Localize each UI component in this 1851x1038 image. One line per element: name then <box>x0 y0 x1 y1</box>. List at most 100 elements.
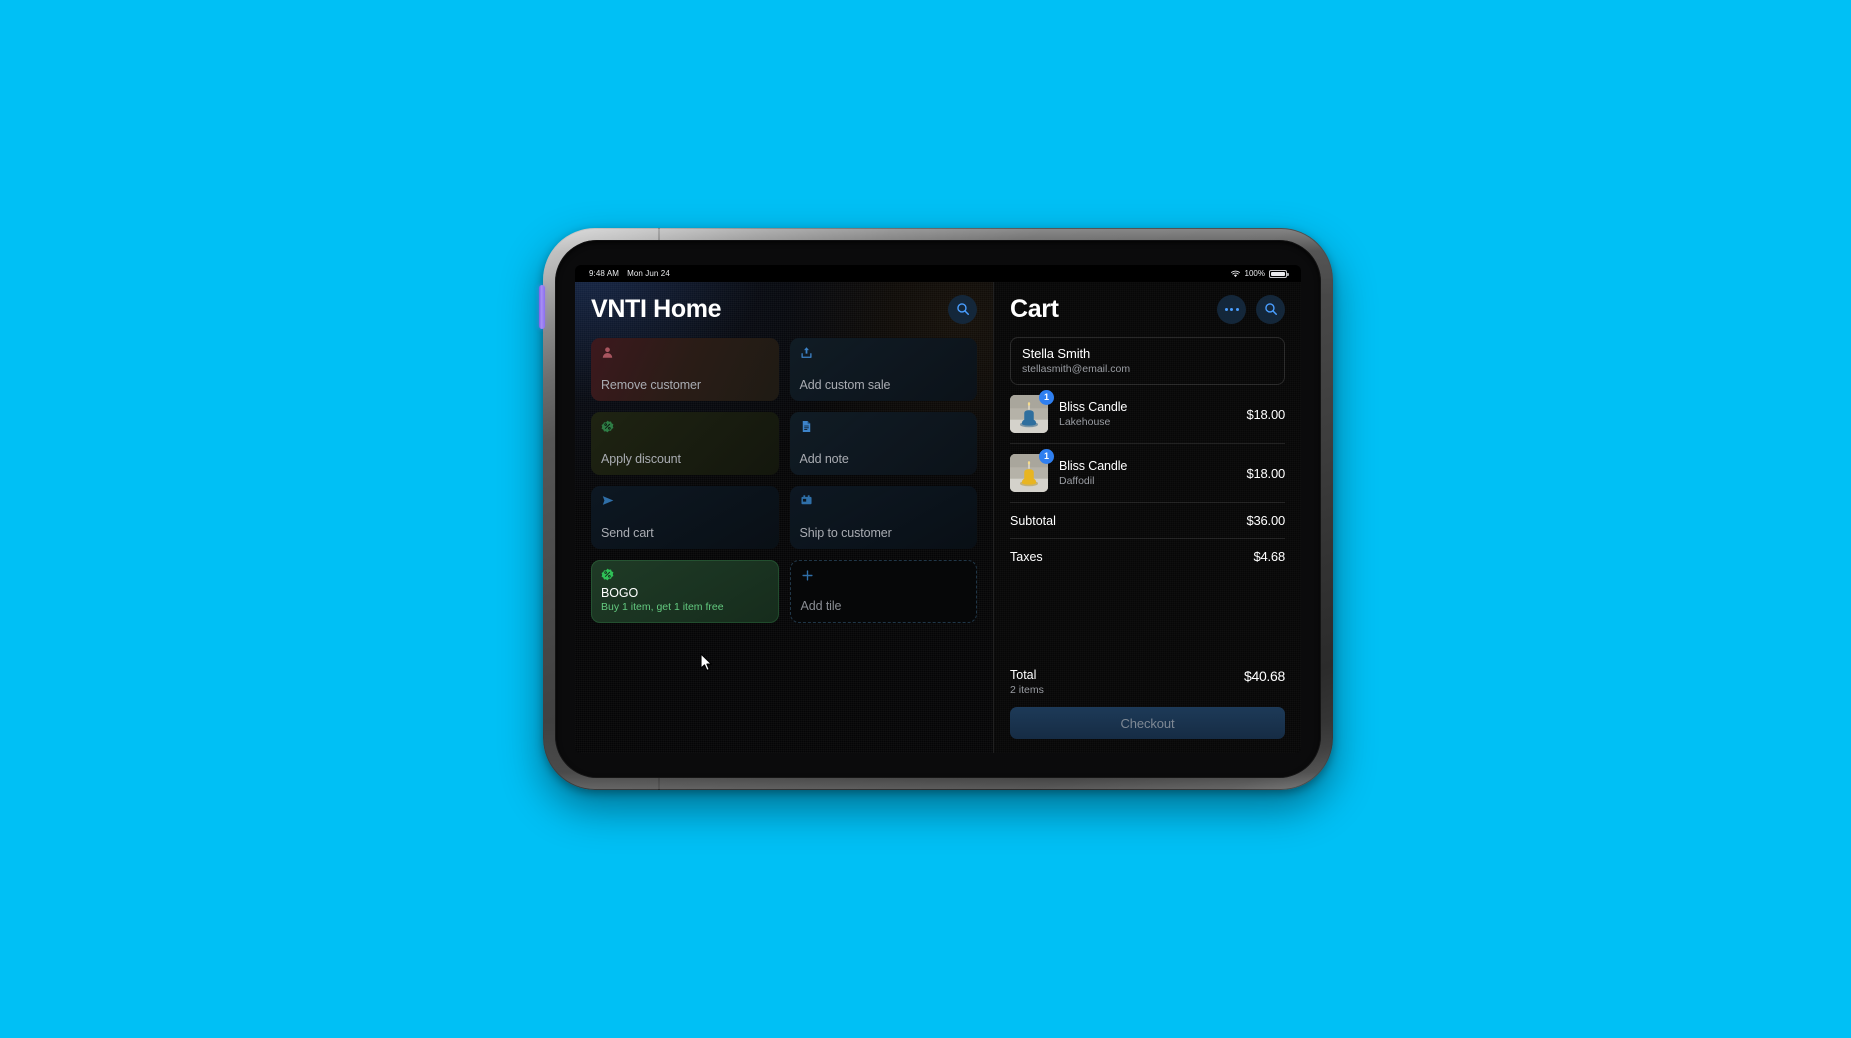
subtotal-value: $36.00 <box>1246 513 1285 528</box>
wifi-icon <box>1230 270 1240 277</box>
customer-name: Stella Smith <box>1022 346 1091 361</box>
status-date: Mon Jun 24 <box>627 269 670 278</box>
cart-title: Cart <box>1010 294 1059 323</box>
cart-spacer <box>1010 574 1285 668</box>
total-item-count: 2 items <box>1010 684 1044 696</box>
volume-button[interactable] <box>539 285 545 329</box>
tile-label: Apply discount <box>601 451 681 466</box>
cart-line-item[interactable]: 1 Bliss Candle Lakehouse $18.00 <box>1010 385 1285 443</box>
tile-add-note[interactable]: Add note <box>790 412 978 475</box>
home-search-button[interactable] <box>948 294 977 324</box>
tile-label: Add note <box>799 451 849 466</box>
grand-total-row: Total 2 items $40.68 <box>1010 668 1285 707</box>
tile-text-slot: Add custom sale <box>800 378 968 392</box>
checkout-button[interactable]: Checkout <box>1010 707 1285 739</box>
tile-label: Send cart <box>601 525 654 540</box>
battery-full-icon <box>1269 269 1289 278</box>
tile-text-slot: Ship to customer <box>800 526 968 540</box>
cart-panel: Cart Stella Smith stellasmith@email.com … <box>993 282 1301 753</box>
home-panel-header: VNTI Home <box>591 282 977 336</box>
line-item-text: Bliss Candle Daffodil <box>1059 459 1235 487</box>
tile-icon-slot <box>800 420 968 435</box>
tile-text-slot: Remove customer <box>601 378 769 392</box>
tablet-device: 9:48 AM Mon Jun 24 100% VNTI Home Remove… <box>539 228 1333 790</box>
tile-remove-customer[interactable]: Remove customer <box>591 338 779 401</box>
quantity-badge: 1 <box>1039 449 1054 464</box>
status-bar: 9:48 AM Mon Jun 24 100% <box>575 265 1301 282</box>
line-item-thumb-wrap: 1 <box>1010 390 1054 433</box>
tile-icon-slot <box>800 494 968 509</box>
status-bar-right: 100% <box>1230 269 1289 278</box>
tile-text-slot: Add note <box>800 452 968 466</box>
device-bezel: 9:48 AM Mon Jun 24 100% VNTI Home Remove… <box>555 240 1321 778</box>
upload-icon <box>800 347 812 358</box>
tile-text-slot: Apply discount <box>601 452 769 466</box>
send-paper-plane-icon <box>602 496 614 505</box>
tile-icon-slot <box>601 420 769 435</box>
search-icon <box>956 303 969 315</box>
taxes-label: Taxes <box>1010 549 1043 564</box>
subtotal-row: Subtotal $36.00 <box>1010 502 1285 538</box>
tile-apply-discount[interactable]: Apply discount <box>591 412 779 475</box>
cart-line-item[interactable]: 1 Bliss Candle Daffodil $18.00 <box>1010 443 1285 502</box>
home-panel: VNTI Home Remove customer Add custom sal… <box>575 282 993 753</box>
tile-bogo[interactable]: BOGO Buy 1 item, get 1 item free <box>591 560 779 623</box>
tile-ship-to-customer[interactable]: Ship to customer <box>790 486 978 549</box>
cart-search-button[interactable] <box>1256 294 1285 324</box>
tile-sublabel: Buy 1 item, get 1 item free <box>601 601 724 614</box>
tile-text-slot: Add tile <box>801 599 967 613</box>
discount-tag-icon <box>601 568 614 581</box>
discount-tag-icon <box>601 420 614 433</box>
cart-panel-header: Cart <box>1010 282 1285 336</box>
customer-card[interactable]: Stella Smith stellasmith@email.com <box>1010 337 1285 385</box>
line-item-variant: Lakehouse <box>1059 416 1111 428</box>
tile-icon-slot <box>601 494 769 509</box>
tile-label: Remove customer <box>601 377 701 392</box>
status-time: 9:48 AM <box>589 269 620 278</box>
ellipsis-icon <box>1224 307 1239 311</box>
tile-add-tile[interactable]: Add tile <box>789 560 977 623</box>
cart-more-button[interactable] <box>1217 294 1246 324</box>
total-value: $40.68 <box>1243 668 1285 684</box>
tile-icon-slot <box>601 568 769 583</box>
note-icon <box>802 421 810 432</box>
status-bar-left: 9:48 AM Mon Jun 24 <box>589 269 670 278</box>
tile-label: BOGO <box>601 586 639 601</box>
tablet-screen: 9:48 AM Mon Jun 24 100% VNTI Home Remove… <box>575 265 1301 753</box>
search-icon <box>1264 303 1277 315</box>
total-label: Total <box>1010 668 1037 682</box>
tile-text-slot: BOGO Buy 1 item, get 1 item free <box>601 586 769 614</box>
grand-total-text: Total 2 items <box>1010 668 1044 696</box>
taxes-row[interactable]: Taxes $4.68 <box>1010 538 1285 574</box>
taxes-value: $4.68 <box>1253 549 1285 564</box>
page-title: VNTI Home <box>591 294 722 323</box>
tile-label: Ship to customer <box>799 525 892 540</box>
subtotal-label: Subtotal <box>1010 513 1056 528</box>
person-icon <box>602 347 613 358</box>
line-item-variant: Daffodil <box>1059 475 1095 487</box>
tile-icon-slot <box>801 569 967 584</box>
tile-icon-slot <box>800 346 968 361</box>
plus-icon <box>801 570 813 581</box>
tile-send-cart[interactable]: Send cart <box>591 486 779 549</box>
tile-add-custom-sale[interactable]: Add custom sale <box>790 338 978 401</box>
line-item-title: Bliss Candle <box>1059 400 1128 414</box>
line-item-title: Bliss Candle <box>1059 459 1128 473</box>
line-item-thumb-wrap: 1 <box>1010 449 1054 492</box>
battery-percent-label: 100% <box>1244 269 1265 278</box>
line-item-price: $18.00 <box>1246 406 1285 422</box>
home-tile-grid: Remove customer Add custom sale Apply di… <box>591 336 977 623</box>
home-header-actions <box>948 294 977 324</box>
customer-email: stellasmith@email.com <box>1022 363 1131 375</box>
tile-label: Add tile <box>800 598 842 613</box>
quantity-badge: 1 <box>1039 390 1054 405</box>
tile-label: Add custom sale <box>799 377 891 392</box>
shipping-box-icon <box>800 495 812 505</box>
app-body: VNTI Home Remove customer Add custom sal… <box>575 282 1301 753</box>
tile-text-slot: Send cart <box>601 526 769 540</box>
screenshot-canvas: 9:48 AM Mon Jun 24 100% VNTI Home Remove… <box>0 0 1851 1038</box>
line-item-price: $18.00 <box>1246 465 1285 481</box>
tile-icon-slot <box>601 346 769 361</box>
line-item-text: Bliss Candle Lakehouse <box>1059 400 1235 428</box>
cart-header-actions <box>1217 294 1285 324</box>
